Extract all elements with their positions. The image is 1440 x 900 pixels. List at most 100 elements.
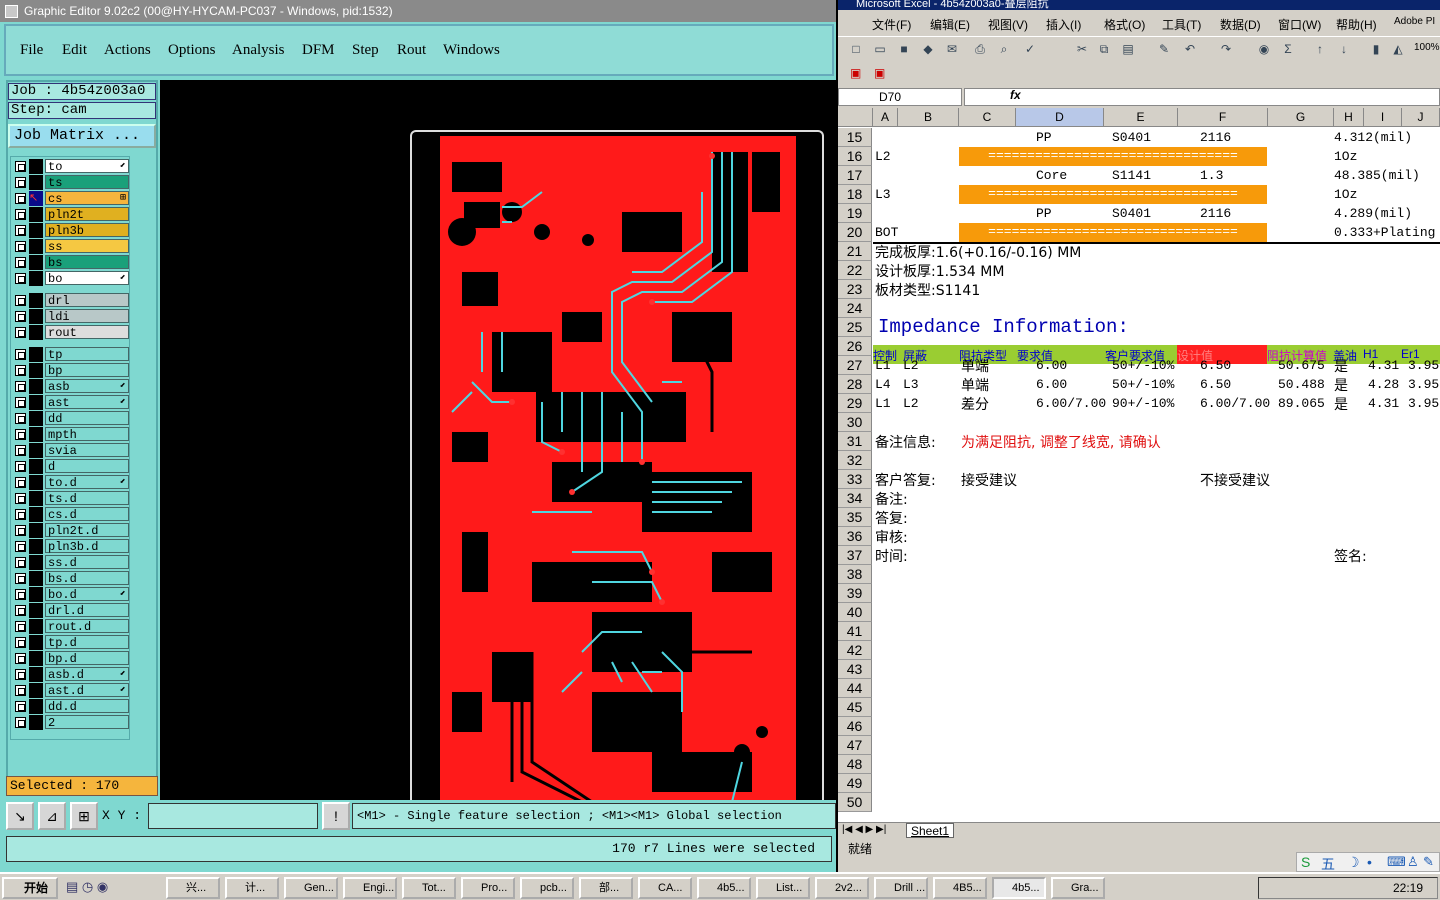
cell-B28[interactable]: L3 xyxy=(903,377,919,392)
pdf-icon[interactable]: ▣ xyxy=(850,66,861,80)
row-header[interactable]: 26 xyxy=(838,337,872,356)
ime-wubi-icon[interactable]: 五 xyxy=(1321,854,1335,874)
layer-row[interactable]: drl xyxy=(13,293,129,308)
layer-name[interactable]: bp.d xyxy=(45,651,129,666)
layer-select-cell[interactable] xyxy=(29,363,43,378)
row-header[interactable]: 20 xyxy=(838,223,872,242)
layer-row[interactable]: 2 xyxy=(13,715,129,730)
xl-menu-file[interactable]: 文件(F) xyxy=(872,16,911,33)
row-header[interactable]: 32 xyxy=(838,451,872,470)
layer-row[interactable]: svia xyxy=(13,443,129,458)
layer-checkbox[interactable] xyxy=(15,209,26,220)
pcb-board[interactable] xyxy=(410,130,824,804)
layer-row[interactable]: ss.d xyxy=(13,555,129,570)
row-header[interactable]: 36 xyxy=(838,527,872,546)
layer-checkbox[interactable] xyxy=(15,295,26,306)
layer-name[interactable]: svia xyxy=(45,443,129,458)
cell-G29[interactable]: 89.065 xyxy=(1278,396,1325,411)
cell-F17[interactable]: 1.3 xyxy=(1200,168,1223,183)
cell-J28[interactable]: 3.95 xyxy=(1408,377,1439,392)
copy-icon[interactable]: ⧉ xyxy=(1096,41,1112,57)
layer-row[interactable]: rout.d xyxy=(13,619,129,634)
cell-F33[interactable]: 不接受建议 xyxy=(1200,470,1270,490)
row-header[interactable]: 16 xyxy=(838,147,872,166)
layer-checkbox[interactable] xyxy=(15,257,26,268)
preview-icon[interactable]: ⌕ xyxy=(996,41,1012,57)
xy-input[interactable] xyxy=(148,803,318,829)
cell-D15[interactable]: PP xyxy=(1036,130,1052,145)
layer-select-cell[interactable] xyxy=(29,651,43,666)
layer-select-cell[interactable] xyxy=(29,325,43,340)
xl-menu-insert[interactable]: 插入(I) xyxy=(1046,16,1081,33)
name-box[interactable]: D70 xyxy=(838,88,962,106)
layer-name[interactable]: bo ⬋ xyxy=(45,271,129,286)
cell-H29[interactable]: 是 xyxy=(1334,394,1348,414)
layer-select-cell[interactable] xyxy=(29,223,43,238)
layer-select-cell[interactable] xyxy=(29,255,43,270)
cell-E28[interactable]: 50+/-10% xyxy=(1112,377,1174,392)
row-header[interactable]: 39 xyxy=(838,584,872,603)
layer-name[interactable]: ts xyxy=(45,175,129,190)
cell-J29[interactable]: 3.95 xyxy=(1408,396,1439,411)
layer-select-cell[interactable] xyxy=(29,507,43,522)
chart-icon[interactable]: ▮ xyxy=(1368,41,1384,57)
layer-checkbox[interactable] xyxy=(15,177,26,188)
row-header[interactable]: 47 xyxy=(838,736,872,755)
layer-name[interactable]: rout xyxy=(45,325,129,340)
ime-user-icon[interactable]: ♙ xyxy=(1407,854,1419,870)
menu-step[interactable]: Step xyxy=(352,42,379,59)
layer-name[interactable]: cs ⊞ xyxy=(45,191,129,206)
layer-select-cell[interactable] xyxy=(29,715,43,730)
cell-C27[interactable]: 单端 xyxy=(961,356,989,376)
layer-select-cell[interactable] xyxy=(29,443,43,458)
layer-checkbox[interactable] xyxy=(15,605,26,616)
spreadsheet-grid[interactable]: 控制 屏蔽 阻抗类型 要求值 客户要求值 设计值 阻抗计算值 盖油 H1 Er1 ABCDEFGH… xyxy=(838,108,1440,822)
layer-bar[interactable]: ================================ xyxy=(959,147,1267,166)
cell-H18[interactable]: 1Oz xyxy=(1334,187,1357,202)
row-header[interactable]: 22 xyxy=(838,261,872,280)
cell-B29[interactable]: L2 xyxy=(903,396,919,411)
cell-A29[interactable]: L1 xyxy=(875,396,891,411)
taskbar-task[interactable]: 4B5... xyxy=(933,877,987,899)
cell-A25[interactable]: Impedance Information: xyxy=(878,316,1129,338)
xl-menu-help[interactable]: 帮助(H) xyxy=(1336,16,1377,33)
cell-A35[interactable]: 答复: xyxy=(875,508,908,528)
layer-row[interactable]: ast.d ⬋ xyxy=(13,683,129,698)
xl-menu-tools[interactable]: 工具(T) xyxy=(1162,16,1201,33)
layer-row[interactable]: tp xyxy=(13,347,129,362)
layer-name[interactable]: tp xyxy=(45,347,129,362)
cell-A21[interactable]: 完成板厚:1.6(+0.16/-0.16) MM xyxy=(875,242,1081,262)
layer-name[interactable]: ast ⬋ xyxy=(45,395,129,410)
pdf-email-icon[interactable]: ▣ xyxy=(874,66,885,80)
layer-row[interactable]: drl.d xyxy=(13,603,129,618)
cell-B27[interactable]: L2 xyxy=(903,358,919,373)
cell-H37[interactable]: 签名: xyxy=(1334,546,1367,566)
layer-select-cell[interactable] xyxy=(29,667,43,682)
menu-file[interactable]: File xyxy=(20,42,43,59)
quicklaunch-icons[interactable]: ▤ ◷ ◉ xyxy=(66,879,108,895)
layer-name[interactable]: cs.d xyxy=(45,507,129,522)
ime-tool-icon[interactable]: ✎ xyxy=(1423,854,1434,870)
xl-menu-data[interactable]: 数据(D) xyxy=(1220,16,1261,33)
cell-C28[interactable]: 单端 xyxy=(961,375,989,395)
cell-D17[interactable]: Core xyxy=(1036,168,1067,183)
layer-checkbox[interactable] xyxy=(15,637,26,648)
layer-select-cell[interactable] xyxy=(29,293,43,308)
layer-row[interactable]: ts.d xyxy=(13,491,129,506)
layer-row[interactable]: bs xyxy=(13,255,129,270)
cell-D27[interactable]: 6.00 xyxy=(1036,358,1067,373)
layer-checkbox[interactable] xyxy=(15,381,26,392)
layer-row[interactable]: d xyxy=(13,459,129,474)
row-header[interactable]: 46 xyxy=(838,717,872,736)
row-header[interactable]: 41 xyxy=(838,622,872,641)
row-header[interactable]: 19 xyxy=(838,204,872,223)
sort-asc-icon[interactable]: ↑ xyxy=(1312,41,1328,57)
sort-desc-icon[interactable]: ↓ xyxy=(1336,41,1352,57)
row-header[interactable]: 48 xyxy=(838,755,872,774)
drawing-icon[interactable]: ◭ xyxy=(1390,41,1406,57)
layer-checkbox[interactable] xyxy=(15,225,26,236)
layer-checkbox[interactable] xyxy=(15,445,26,456)
column-header[interactable]: C xyxy=(959,108,1016,127)
layer-checkbox[interactable] xyxy=(15,461,26,472)
layer-select-cell[interactable] xyxy=(29,523,43,538)
